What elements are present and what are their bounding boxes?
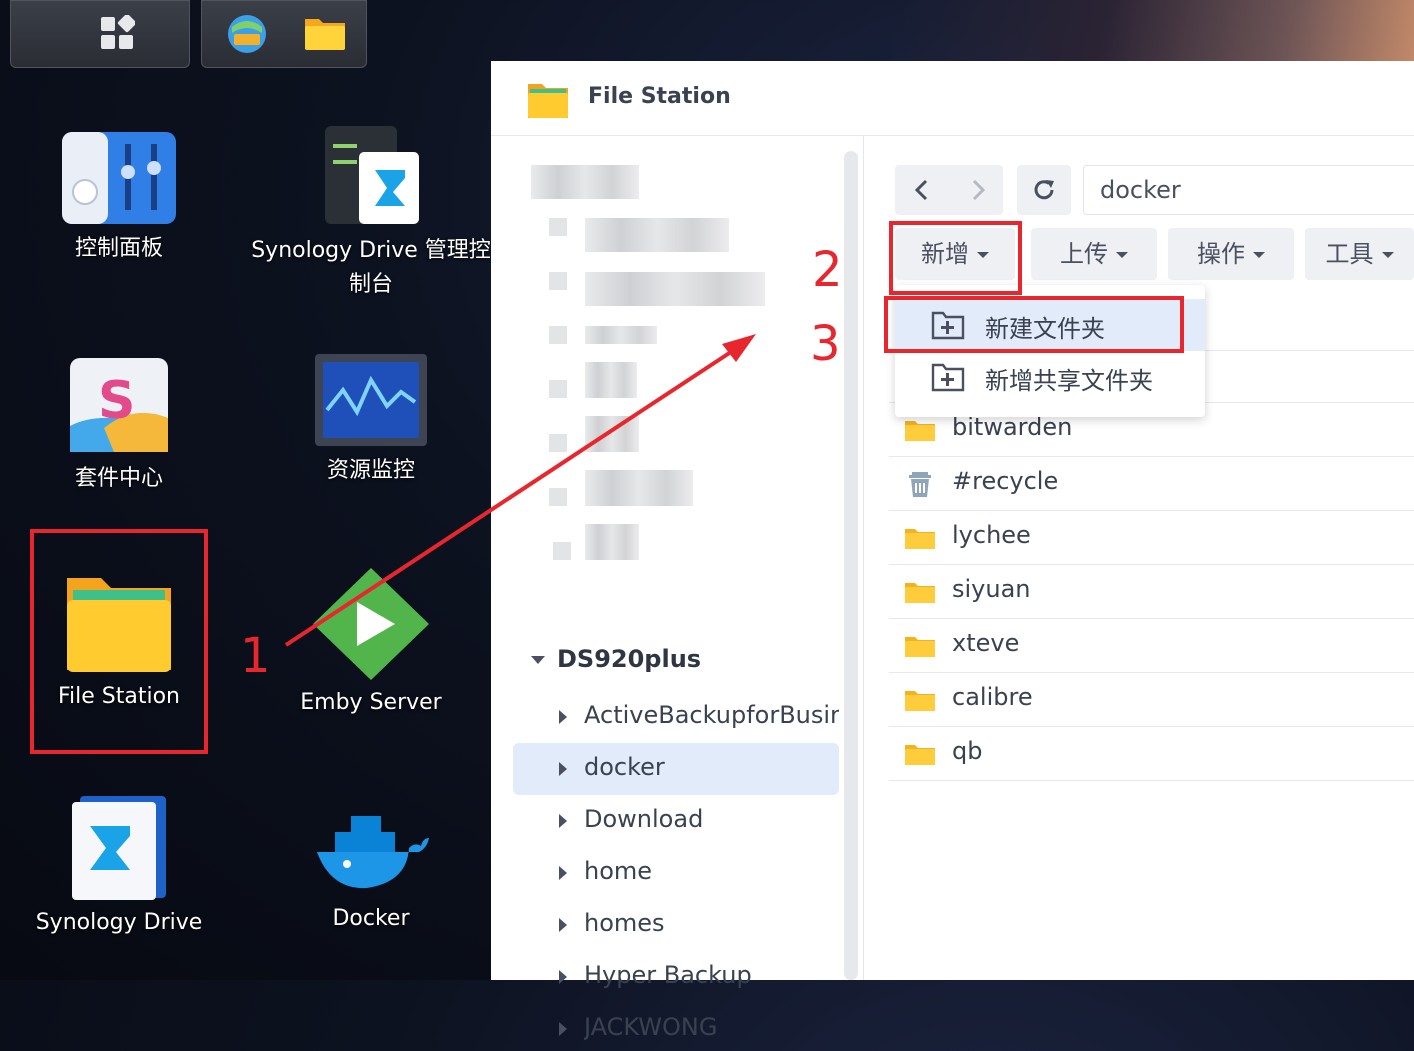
tree-item-label: JACKWONG [584, 1013, 718, 1041]
caret-right-icon [559, 1022, 567, 1036]
tree-item-jackwong[interactable]: JACKWONG [513, 1003, 839, 1051]
annotation-arrow [284, 334, 756, 647]
